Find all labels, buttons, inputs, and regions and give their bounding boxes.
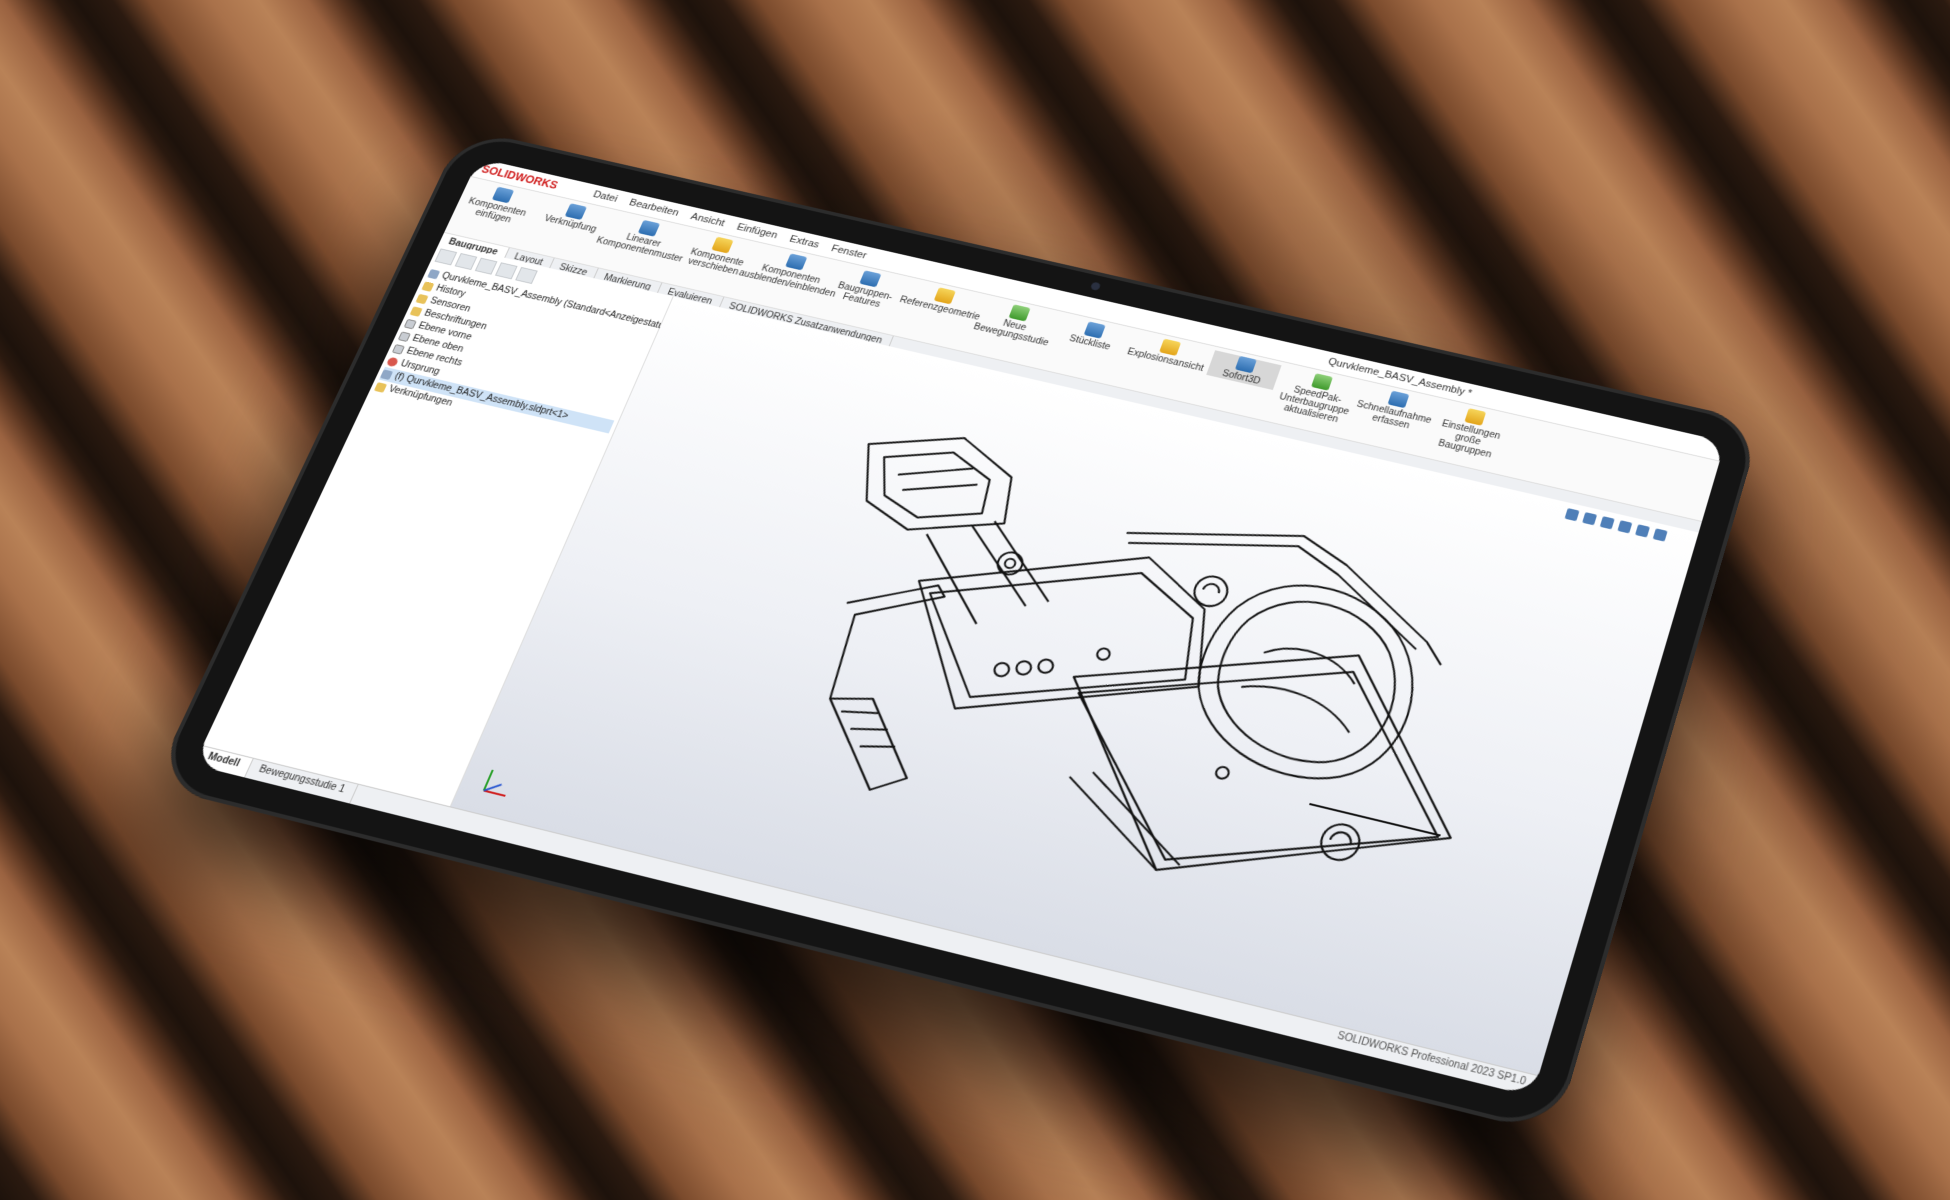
annotations-icon: [409, 305, 423, 317]
scene-icon[interactable]: [1652, 528, 1668, 542]
explode-icon: [1159, 338, 1182, 356]
ribbon-button-label: Komponenten einfügen: [466, 196, 528, 225]
insert-component-icon: [491, 186, 515, 204]
ribbon-button[interactable]: Einstellungen große Baugruppen: [1429, 402, 1511, 461]
dim-xpert-icon[interactable]: [494, 262, 518, 280]
section-view-icon[interactable]: [1599, 516, 1615, 530]
display-manager-icon[interactable]: [515, 266, 538, 285]
instant3d-icon: [1234, 355, 1257, 374]
menu-ansicht[interactable]: Ansicht: [689, 211, 726, 228]
mates-icon: [374, 381, 388, 393]
feature-manager-icon[interactable]: [434, 248, 458, 266]
cad-model-wireframe[interactable]: [684, 380, 1605, 1039]
configuration-manager-icon[interactable]: [474, 257, 498, 275]
show-hide-icon: [785, 253, 808, 271]
zoom-area-icon[interactable]: [1582, 512, 1598, 526]
ribbon-button-label: Sofort3D: [1220, 368, 1262, 387]
menu-extras[interactable]: Extras: [788, 234, 821, 250]
zoom-fit-icon[interactable]: [1564, 508, 1580, 522]
history-icon: [421, 280, 435, 292]
ribbon-button-label: Einstellungen große Baugruppen: [1436, 418, 1502, 461]
plane-icon: [397, 331, 412, 342]
speedpak-icon: [1311, 373, 1333, 391]
large-assembly-icon: [1464, 408, 1487, 426]
move-component-icon: [711, 236, 734, 254]
assembly-icon: [427, 268, 441, 279]
ribbon-button-label: SpeedPak-Unterbaugruppe aktualisieren: [1277, 385, 1351, 425]
view-orientation-icon[interactable]: [1617, 520, 1633, 534]
coordinate-triad-icon: [470, 760, 525, 807]
mate-icon: [564, 203, 588, 220]
menu-fenster[interactable]: Fenster: [830, 243, 869, 261]
ribbon-button-label: Stückliste: [1067, 333, 1112, 353]
plane-icon: [403, 318, 418, 329]
motion-study-icon: [1008, 304, 1031, 322]
camera-icon: [1089, 281, 1102, 291]
origin-icon: [386, 356, 400, 367]
bom-icon: [1083, 321, 1106, 339]
reference-geometry-icon: [933, 287, 956, 305]
property-manager-icon[interactable]: [454, 253, 478, 271]
assembly-features-icon: [859, 270, 882, 288]
ribbon-button[interactable]: SpeedPak-Unterbaugruppe aktualisieren: [1276, 368, 1358, 427]
sensor-icon: [415, 293, 429, 304]
part-icon: [380, 368, 394, 380]
menu-datei[interactable]: Datei: [591, 189, 619, 204]
pattern-icon: [637, 219, 661, 237]
snapshot-icon: [1387, 390, 1410, 409]
display-style-icon[interactable]: [1635, 524, 1650, 538]
plane-icon: [391, 343, 406, 355]
